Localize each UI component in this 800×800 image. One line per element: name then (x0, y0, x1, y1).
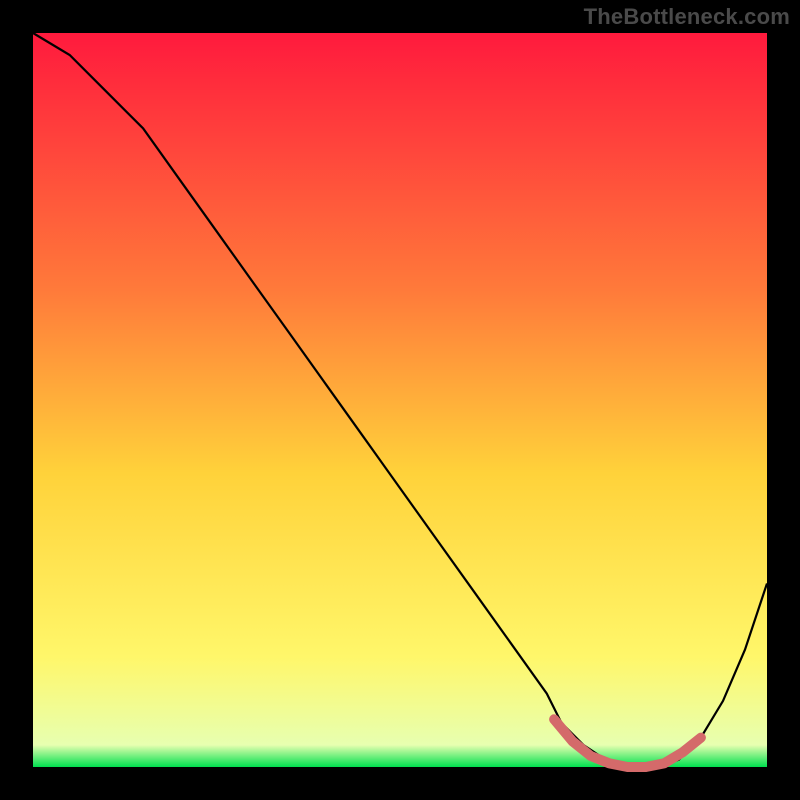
chart-frame: TheBottleneck.com (0, 0, 800, 800)
plot-area (33, 33, 767, 767)
bottleneck-chart (0, 0, 800, 800)
watermark-text: TheBottleneck.com (584, 4, 790, 30)
